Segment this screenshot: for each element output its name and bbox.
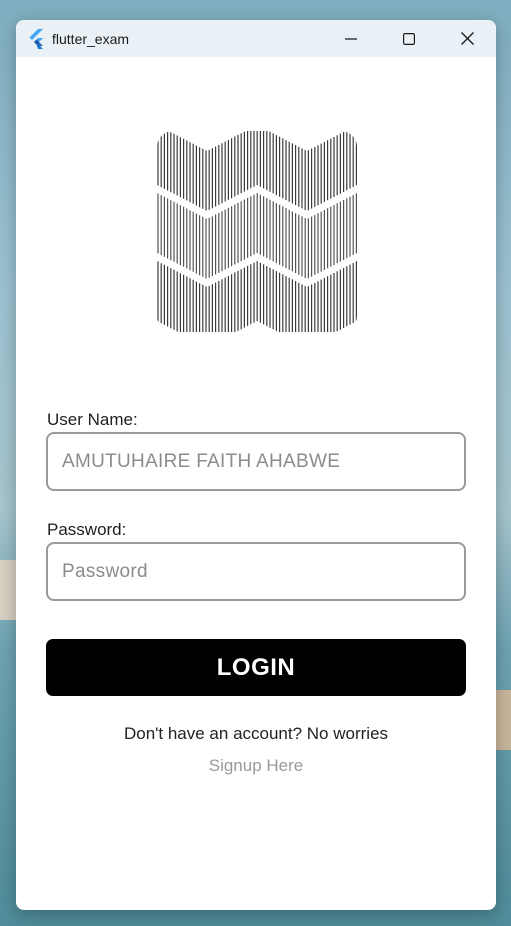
signup-prompt-text: Don't have an account? No worries — [123, 724, 389, 743]
close-button[interactable] — [438, 20, 496, 57]
zigzag-pattern-logo — [157, 131, 357, 332]
password-label: Password: — [47, 520, 127, 539]
app-window: flutter_exam User Name: P — [16, 20, 496, 910]
signup-link[interactable]: Signup Here — [16, 756, 496, 776]
flutter-logo-icon — [26, 28, 46, 49]
title-bar[interactable]: flutter_exam — [16, 20, 496, 57]
login-button[interactable]: LOGIN — [46, 639, 466, 696]
minimize-button[interactable] — [322, 20, 380, 57]
maximize-icon — [403, 32, 415, 45]
window-title: flutter_exam — [52, 30, 130, 47]
close-icon — [460, 32, 474, 45]
window-controls — [322, 20, 496, 57]
app-logo — [157, 131, 357, 332]
minimize-icon — [345, 37, 357, 40]
username-label: User Name: — [47, 410, 138, 429]
password-input[interactable] — [46, 542, 466, 601]
desktop-background-detail — [0, 560, 16, 620]
username-input[interactable] — [46, 432, 466, 491]
maximize-button[interactable] — [380, 20, 438, 57]
desktop-background-detail — [496, 690, 511, 750]
